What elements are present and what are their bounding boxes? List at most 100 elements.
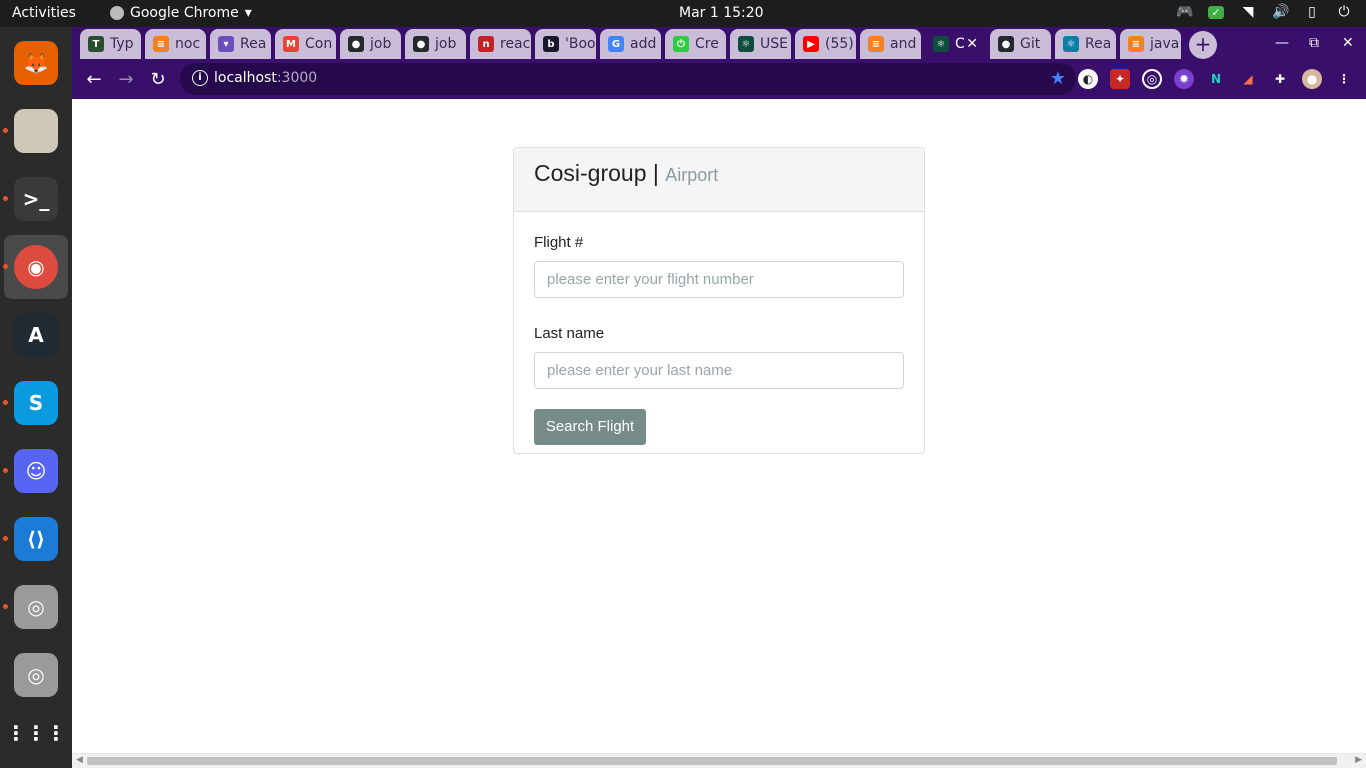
battery-icon[interactable]: ▯ — [1304, 4, 1320, 20]
browser-tab[interactable]: n reac — [470, 29, 531, 59]
tab-favicon-icon: ⏻ — [673, 36, 689, 52]
browser-tab[interactable]: ⚛ C ✕ — [925, 29, 986, 59]
tab-label: reac — [500, 36, 531, 52]
browser-tab[interactable]: ≡ java — [1120, 29, 1181, 59]
extension-4-icon[interactable]: ✹ — [1174, 69, 1194, 89]
brand-title: Cosi-group — [534, 160, 647, 186]
browser-tab[interactable]: ≡ noc — [145, 29, 206, 59]
browser-tab[interactable]: ● job — [340, 29, 401, 59]
activities-button[interactable]: Activities — [12, 5, 76, 21]
last-name-input[interactable] — [534, 352, 904, 389]
terminal-icon: >_ — [14, 177, 58, 221]
tab-favicon-icon: ● — [348, 36, 364, 52]
tab-favicon-icon: T — [88, 36, 104, 52]
dock-item-chrome[interactable]: ◉ — [3, 235, 68, 299]
tab-favicon-icon: M — [283, 36, 299, 52]
search-flight-button[interactable]: Search Flight — [534, 408, 646, 445]
browser-tab[interactable]: ▾ Rea — [210, 29, 271, 59]
reload-icon[interactable]: ↻ — [146, 68, 170, 92]
maximize-icon[interactable]: ⧉ — [1309, 35, 1319, 51]
scroll-right-icon[interactable]: ▶ — [1355, 755, 1362, 765]
skype-icon: S — [14, 381, 58, 425]
tab-favicon-icon: n — [478, 36, 494, 52]
browser-tab[interactable]: ≡ and — [860, 29, 921, 59]
menu-kebab-icon[interactable]: ⋮ — [1334, 69, 1354, 89]
disk-1-icon: ◎ — [14, 585, 58, 629]
browser-tab[interactable]: Gadd — [600, 29, 661, 59]
discord-icon[interactable]: 🎮 — [1176, 4, 1193, 20]
firefox-icon: 🦊 — [14, 41, 58, 85]
extension-1-icon[interactable]: ◐ — [1078, 69, 1098, 89]
disk-2-icon: ◎ — [14, 653, 58, 697]
forward-icon[interactable]: → — [114, 68, 138, 92]
browser-tab[interactable]: b 'Boo — [535, 29, 596, 59]
close-window-icon[interactable]: ✕ — [1342, 35, 1354, 51]
browser-tab[interactable]: ● Git — [990, 29, 1051, 59]
volume-icon[interactable]: 🔊 — [1272, 4, 1289, 20]
tab-favicon-icon: ▶ — [803, 36, 819, 52]
tab-label: 'Boo — [565, 36, 596, 52]
browser-tab[interactable]: T Typ — [80, 29, 141, 59]
dock-item-firefox[interactable]: 🦊 — [4, 31, 68, 95]
system-top-bar: Activities Google Chrome ▾ Mar 1 15:20 🎮… — [0, 0, 1366, 27]
info-icon[interactable]: i — [192, 70, 208, 86]
tab-favicon-icon: ● — [998, 36, 1014, 52]
scroll-left-icon[interactable]: ◀ — [76, 755, 83, 765]
back-icon[interactable]: ← — [82, 68, 106, 92]
clock[interactable]: Mar 1 15:20 — [679, 5, 764, 21]
extension-6-icon[interactable]: ◢ — [1238, 69, 1258, 89]
browser-tab[interactable]: ⚛ Rea — [1055, 29, 1116, 59]
new-tab-button[interactable]: + — [1189, 31, 1217, 59]
tab-label: Con — [305, 36, 333, 52]
close-tab-icon[interactable]: ✕ — [966, 36, 978, 52]
chrome-icon: ◉ — [14, 245, 58, 289]
dock-item-skype[interactable]: S — [3, 371, 68, 435]
files-icon — [14, 109, 58, 153]
vscode-icon: ⟨⟩ — [14, 517, 58, 561]
tab-favicon-icon: ▾ — [218, 36, 234, 52]
dock-item-show-apps[interactable]: ⋮⋮⋮ — [4, 701, 68, 765]
tab-favicon-icon: ≡ — [153, 36, 169, 52]
brand-separator: | — [646, 160, 666, 186]
shield-check-icon[interactable]: ✓ — [1208, 5, 1224, 19]
extension-3-icon[interactable]: ◎ — [1142, 69, 1162, 89]
system-tray[interactable]: 🎮 ✓ ◥ 🔊 ▯ ⏻ — [1176, 4, 1352, 20]
flight-number-input[interactable] — [534, 261, 904, 298]
browser-tab[interactable]: ▶ (55) — [795, 29, 856, 59]
tab-label: add — [630, 36, 657, 52]
app-menu[interactable]: Google Chrome ▾ — [110, 5, 252, 21]
power-icon[interactable]: ⏻ — [1336, 4, 1352, 20]
browser-tab[interactable]: ⚛ USE — [730, 29, 791, 59]
minimize-icon[interactable]: — — [1275, 35, 1289, 51]
tab-favicon-icon: ⚛ — [933, 36, 949, 52]
extension-2-icon[interactable]: ✦ — [1110, 69, 1130, 89]
bookmark-star-icon[interactable]: ★ — [1050, 68, 1066, 89]
browser-tab[interactable]: ⏻ Cre — [665, 29, 726, 59]
dock-item-discord[interactable]: ☺ — [3, 439, 68, 503]
dock-item-disk-2[interactable]: ◎ — [4, 643, 68, 707]
tab-label: noc — [175, 36, 201, 52]
dock-item-vscode[interactable]: ⟨⟩ — [3, 507, 68, 571]
app-menu-label: Google Chrome — [130, 5, 239, 21]
address-bar[interactable]: i localhost:3000 ★ — [180, 63, 1076, 95]
url-text[interactable]: localhost:3000 — [214, 70, 317, 86]
extension-5-icon[interactable]: N — [1206, 69, 1226, 89]
card-body: Flight # Last name Search Flight — [514, 212, 924, 467]
tab-label: USE — [760, 36, 788, 52]
tab-favicon-icon: ≡ — [1128, 36, 1144, 52]
dock-item-alacritty[interactable]: A — [4, 303, 68, 367]
dock-item-terminal[interactable]: >_ — [3, 167, 68, 231]
tab-favicon-icon: ● — [413, 36, 429, 52]
wifi-icon[interactable]: ◥ — [1240, 4, 1256, 20]
profile-avatar[interactable]: ● — [1302, 69, 1322, 89]
scrollbar-thumb[interactable] — [87, 757, 1337, 765]
dock-item-disk-1[interactable]: ◎ — [3, 575, 68, 639]
extensions-puzzle-icon[interactable]: ✚ — [1270, 69, 1290, 89]
dock-item-files[interactable] — [3, 99, 68, 163]
dock: 🦊 >_ ◉ A S ☺ ⟨⟩ ◎ ◎ ⋮⋮⋮ — [0, 27, 72, 768]
browser-tab[interactable]: ● job — [405, 29, 466, 59]
horizontal-scrollbar[interactable]: ◀ ▶ — [72, 753, 1366, 768]
flight-search-card: Cosi-group | Airport Flight # Last name … — [513, 147, 925, 454]
tab-label: C — [955, 36, 965, 52]
browser-tab[interactable]: M Con — [275, 29, 336, 59]
